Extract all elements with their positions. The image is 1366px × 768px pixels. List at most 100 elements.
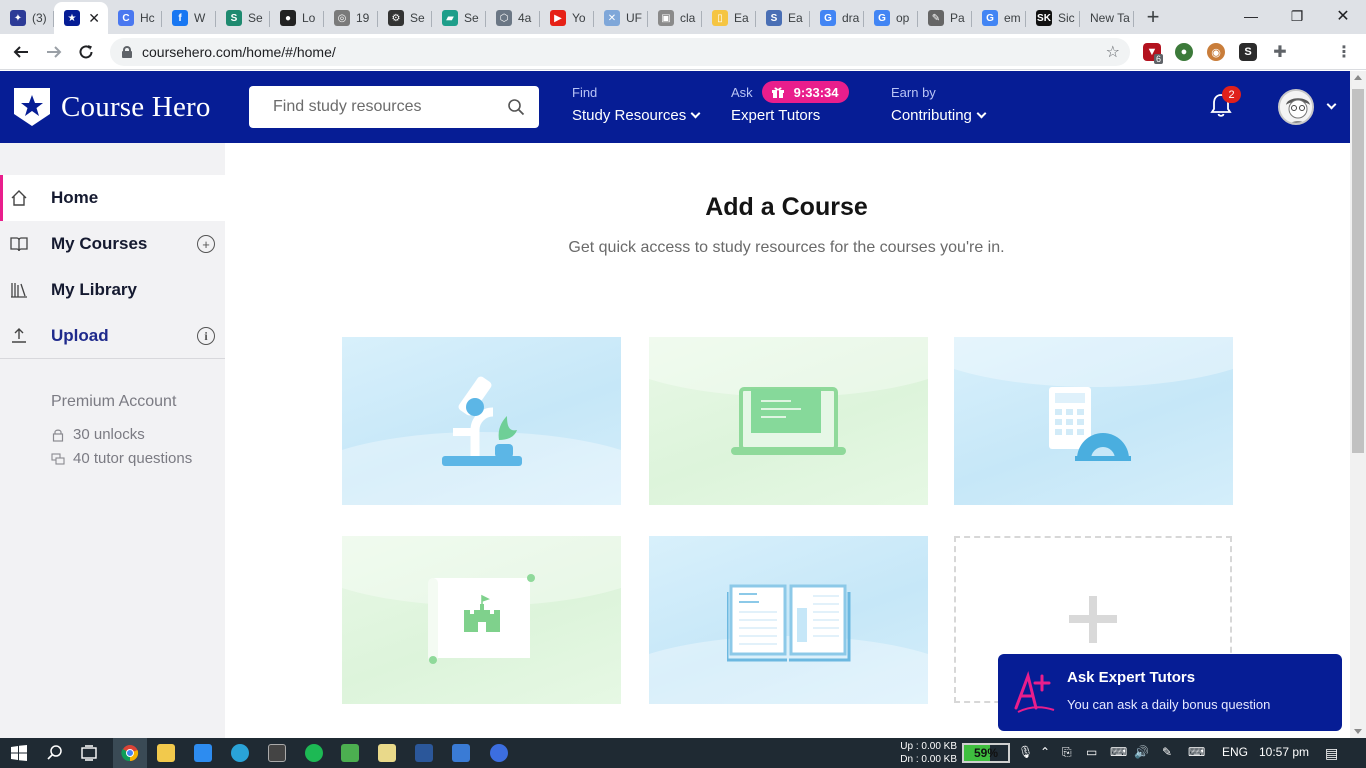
sidebar-item-home[interactable]: Home — [0, 175, 225, 221]
search-icon[interactable] — [507, 98, 525, 116]
add-circle-icon[interactable]: + — [197, 235, 215, 253]
keyboard-icon[interactable]: ⌨ — [1188, 745, 1205, 759]
sidebar-item-my-library[interactable]: My Library — [0, 267, 225, 313]
extension-badge: 6 — [1154, 54, 1164, 64]
notepad-icon[interactable] — [378, 744, 396, 762]
pen-icon[interactable]: ✎ — [1162, 745, 1172, 759]
puzzle-extensions-icon[interactable]: ✚ — [1271, 43, 1289, 61]
reload-button[interactable] — [74, 40, 98, 64]
find-study-resources-menu[interactable]: Find Study Resources — [572, 83, 701, 124]
minimize-button[interactable]: — — [1228, 0, 1274, 32]
green-app-icon[interactable] — [341, 744, 359, 762]
new-tab-button[interactable]: + — [1138, 2, 1168, 32]
mic-icon[interactable]: 🎙 — [1018, 745, 1033, 759]
course-card-science[interactable] — [342, 337, 621, 505]
photos-icon[interactable] — [452, 744, 470, 762]
browser-menu-icon[interactable]: ⋮ — [1335, 43, 1353, 61]
browser-tab[interactable]: New Ta — [1080, 2, 1134, 34]
scroll-up-arrow-icon[interactable] — [1354, 75, 1362, 80]
info-icon[interactable]: i — [197, 327, 215, 345]
earn-by-contributing-menu[interactable]: Earn by Contributing — [891, 83, 987, 124]
command-prompt-icon[interactable] — [268, 744, 286, 762]
browser-tab[interactable]: fW — [162, 2, 216, 34]
battery-tray-icon[interactable]: ▭ — [1086, 745, 1097, 759]
ask-expert-tutors-toast[interactable]: Ask Expert Tutors You can ask a daily bo… — [998, 654, 1342, 731]
browser-tab[interactable]: ⬡ 4a — [486, 2, 540, 34]
browser-tab[interactable]: SK Sic — [1026, 2, 1080, 34]
volume-icon[interactable]: 🔊 — [1134, 745, 1149, 759]
browser-tab[interactable]: ✎ Pa — [918, 2, 972, 34]
green-extension-icon[interactable]: ● — [1175, 43, 1193, 61]
browser-tab[interactable]: ● Lo — [270, 2, 324, 34]
language-indicator[interactable]: ENG — [1222, 745, 1248, 759]
scroll-thumb[interactable] — [1352, 89, 1364, 453]
network-icon[interactable]: ⌨ — [1110, 745, 1127, 759]
action-center-icon[interactable]: ▤ — [1325, 745, 1338, 762]
expert-tutors-link[interactable]: Expert Tutors — [731, 107, 820, 124]
browser-tab[interactable]: C Hc — [108, 2, 162, 34]
browser-tab-active[interactable]: ★ ✕ — [54, 2, 108, 34]
sidebar-divider — [0, 358, 225, 359]
search-icon[interactable] — [46, 744, 64, 762]
course-hero-logo[interactable]: Course Hero — [12, 86, 211, 128]
browser-tab[interactable]: Gdra — [810, 2, 864, 34]
sidebar-item-label: My Library — [51, 280, 137, 299]
chevron-up-icon[interactable]: ⌃ — [1040, 745, 1050, 759]
browser-tab[interactable]: ✕ UF — [594, 2, 648, 34]
browser-tab[interactable]: ⚙ Se — [378, 2, 432, 34]
ask-expert-tutors-menu[interactable]: Ask 9:33:34 Expert Tutors — [731, 81, 850, 124]
honey-extension-icon[interactable]: ◉ — [1207, 43, 1225, 61]
course-card-history[interactable] — [342, 536, 621, 704]
tab-favicon-icon: ⬡ — [496, 10, 512, 26]
s-extension-icon[interactable]: S — [1239, 43, 1257, 61]
browser-tab[interactable]: ▶ Yo — [540, 2, 594, 34]
telegram-icon[interactable] — [231, 744, 249, 762]
sidebar-item-upload[interactable]: Upload i — [0, 313, 225, 359]
back-button[interactable] — [9, 40, 33, 64]
windows-taskbar: Up : 0.00 KB Dn : 0.00 KB 59% 🎙 ⌃ ⎘ ▭ ⌨ … — [0, 738, 1366, 768]
browser-tab[interactable]: ✦ (3) — [0, 2, 54, 34]
chevron-down-icon — [976, 108, 987, 119]
course-card-math[interactable] — [954, 337, 1233, 505]
browser-tab[interactable]: ◎ 19 — [324, 2, 378, 34]
page-scrollbar[interactable] — [1350, 71, 1366, 738]
spotify-icon[interactable] — [305, 744, 323, 762]
windows-start-icon[interactable] — [10, 744, 28, 762]
browser-tab[interactable]: ▰ Se — [432, 2, 486, 34]
address-bar[interactable]: coursehero.com/home/#/home/ ☆ — [110, 38, 1130, 66]
toast-body: You can ask a daily bonus question — [1067, 697, 1271, 712]
word-icon[interactable] — [415, 744, 433, 762]
account-chevron-down-icon[interactable] — [1326, 99, 1337, 110]
bookmark-star-icon[interactable]: ☆ — [1106, 42, 1120, 62]
file-explorer-icon[interactable] — [157, 744, 175, 762]
chrome-icon[interactable] — [121, 744, 139, 762]
mail-icon[interactable] — [194, 744, 212, 762]
user-avatar[interactable] — [1278, 89, 1314, 125]
browser-tab[interactable]: ▣ cla — [648, 2, 702, 34]
usb-icon[interactable]: ⎘ — [1062, 745, 1072, 760]
forward-button[interactable] — [42, 40, 66, 64]
contributing-link[interactable]: Contributing — [891, 107, 972, 124]
course-card-literature[interactable] — [649, 536, 928, 704]
tab-title: dra — [842, 11, 860, 25]
browser-tab[interactable]: S Se — [216, 2, 270, 34]
task-view-icon[interactable] — [80, 744, 98, 762]
bonus-timer-badge[interactable]: 9:33:34 — [761, 81, 850, 103]
close-window-button[interactable]: ✕ — [1320, 0, 1366, 32]
browser-tab[interactable]: Gem — [972, 2, 1026, 34]
restore-button[interactable]: ❐ — [1274, 0, 1320, 32]
browser-tab[interactable]: ▯ Ea — [702, 2, 756, 34]
blue-circle-app-icon[interactable] — [490, 744, 508, 762]
sidebar-item-my-courses[interactable]: My Courses + — [0, 221, 225, 267]
browser-tab[interactable]: Gop — [864, 2, 918, 34]
study-resources-link[interactable]: Study Resources — [572, 107, 686, 124]
clock-time[interactable]: 10:57 pm — [1259, 745, 1309, 759]
sidebar-item-label: Upload — [51, 326, 109, 345]
scroll-down-arrow-icon[interactable] — [1354, 729, 1362, 734]
browser-tab[interactable]: S Ea — [756, 2, 810, 34]
course-card-computer-science[interactable] — [649, 337, 928, 505]
close-tab-icon[interactable]: ✕ — [88, 10, 100, 27]
study-search-input[interactable] — [273, 98, 493, 116]
battery-meter[interactable]: 59% — [962, 743, 1010, 763]
tab-favicon-icon: ● — [280, 10, 296, 26]
